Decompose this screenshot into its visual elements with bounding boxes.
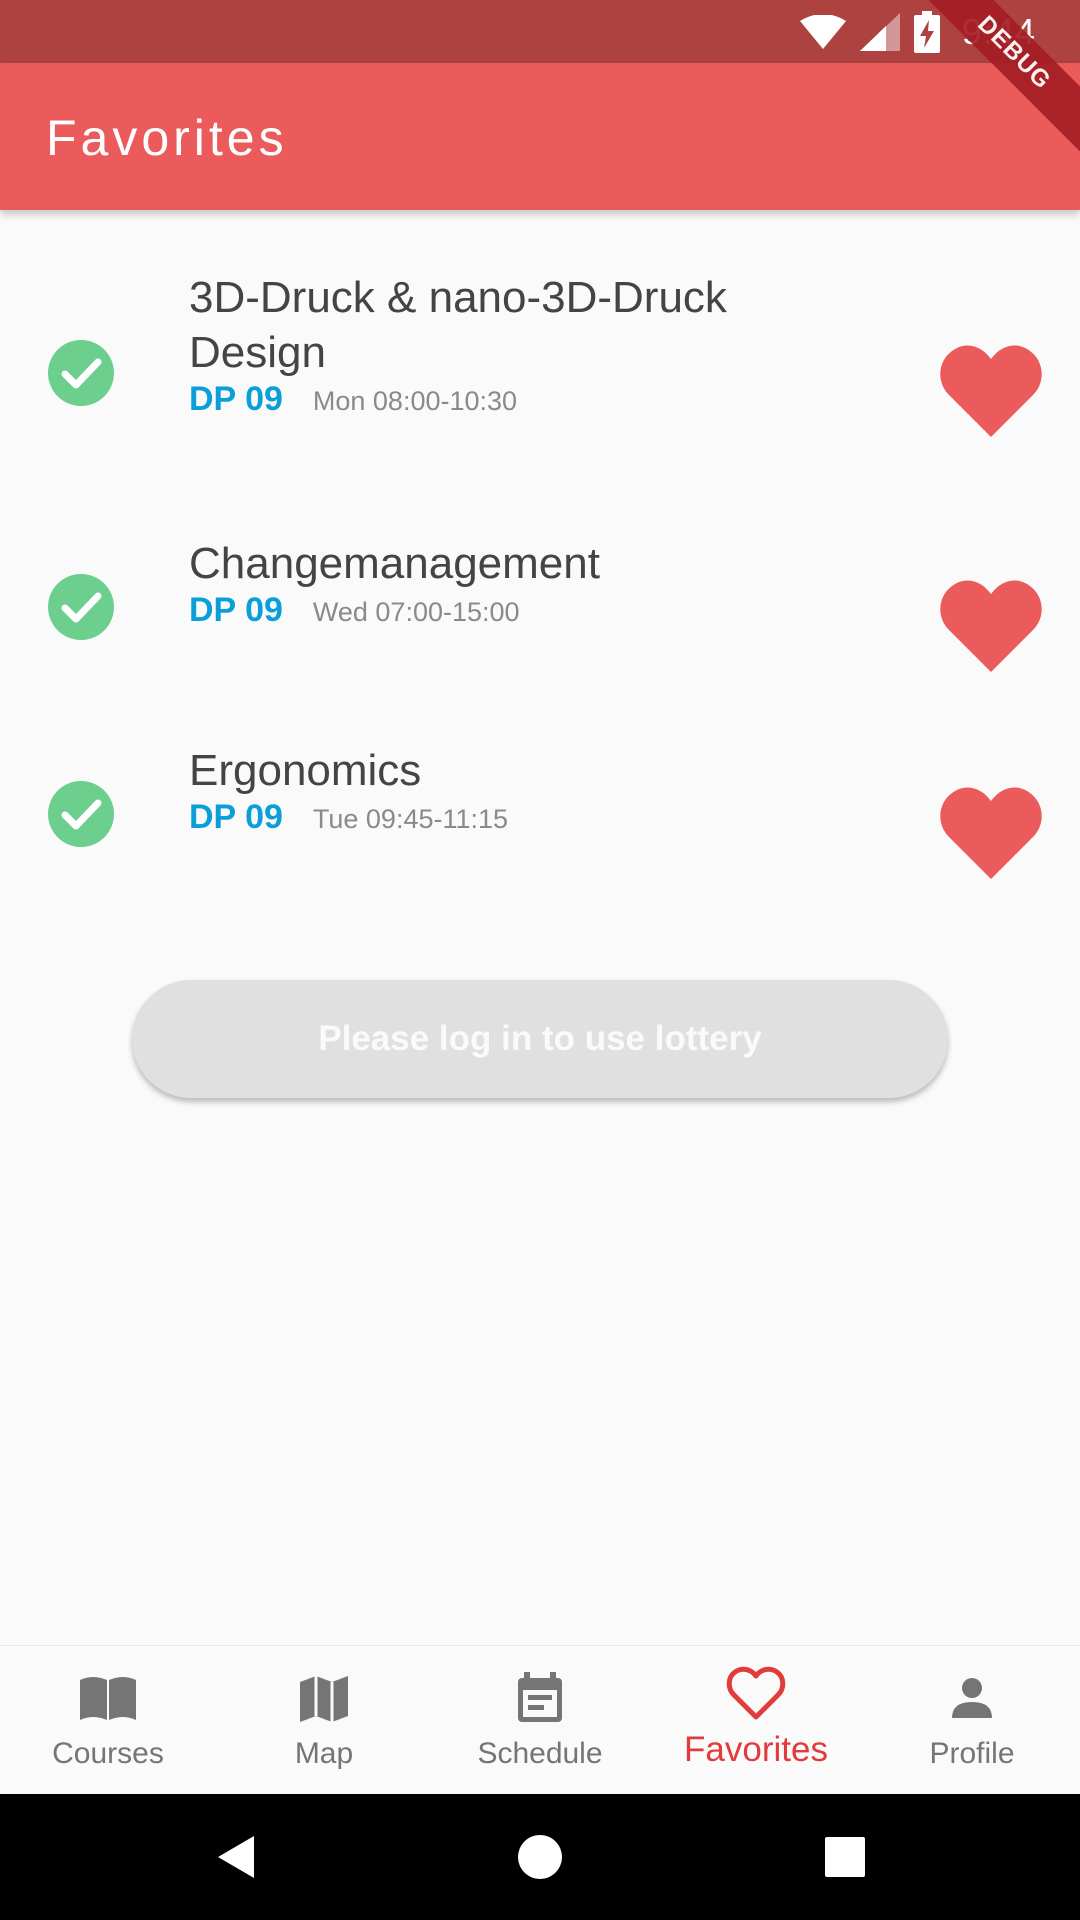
map-icon (300, 1676, 348, 1722)
course-text: Changemanagement DP 09 Wed 07:00-15:00 (189, 536, 799, 630)
nav-label: Schedule (477, 1737, 603, 1770)
back-icon[interactable] (210, 1830, 264, 1884)
nav-label: Map (294, 1737, 354, 1770)
course-list-item[interactable]: Ergonomics DP 09 Tue 09:45-11:15 (0, 743, 1080, 879)
nav-item-profile[interactable]: Profile (864, 1646, 1080, 1795)
course-list-item[interactable]: Changemanagement DP 09 Wed 07:00-15:00 (0, 536, 1080, 672)
nav-label: Courses (52, 1737, 164, 1770)
cellular-signal-icon (859, 13, 900, 51)
check-circle-icon (48, 781, 114, 847)
course-text: Ergonomics DP 09 Tue 09:45-11:15 (189, 743, 799, 837)
nav-label: Favorites (684, 1730, 828, 1769)
status-bar: 9:44 (0, 0, 1080, 63)
favorite-heart-icon[interactable] (940, 343, 1042, 437)
app-bar: Favorites (0, 63, 1080, 210)
course-title: Changemanagement (189, 539, 600, 588)
course-title: Ergonomics (189, 746, 422, 795)
course-list-item[interactable]: 3D-Druck & nano-3D-Druck Design DP 09 Mo… (0, 270, 1080, 470)
nav-item-favorites[interactable]: Favorites (648, 1646, 864, 1795)
check-circle-icon (48, 340, 114, 406)
course-meta: DP 09 Tue 09:45-11:15 (189, 798, 799, 837)
course-room: DP 09 (189, 380, 283, 418)
page-title: Favorites (46, 110, 288, 166)
course-time: Tue 09:45-11:15 (312, 804, 509, 834)
course-title: 3D-Druck & nano-3D-Druck Design (189, 273, 727, 377)
favorite-heart-icon[interactable] (940, 785, 1042, 879)
course-text: 3D-Druck & nano-3D-Druck Design DP 09 Mo… (189, 270, 799, 419)
course-meta: DP 09 Wed 07:00-15:00 (189, 591, 799, 630)
calendar-icon (518, 1672, 562, 1722)
course-meta: DP 09 Mon 08:00-10:30 (189, 380, 799, 419)
lottery-button[interactable]: Please log in to use lottery (132, 980, 948, 1098)
home-icon[interactable] (513, 1830, 567, 1884)
favorite-heart-icon[interactable] (940, 578, 1042, 672)
course-time: Mon 08:00-10:30 (312, 386, 518, 416)
nav-item-schedule[interactable]: Schedule (432, 1646, 648, 1795)
nav-item-map[interactable]: Map (216, 1646, 432, 1795)
check-circle-icon (48, 574, 114, 640)
recents-icon[interactable] (818, 1830, 872, 1884)
nav-item-courses[interactable]: Courses (0, 1646, 216, 1795)
nav-label: Profile (929, 1737, 1015, 1770)
battery-charging-icon (913, 11, 940, 53)
screen: 9:44 DEBUG Favorites 3D-Druck & nano-3D-… (0, 0, 1080, 1920)
book-icon (80, 1677, 136, 1720)
course-time: Wed 07:00-15:00 (312, 597, 520, 627)
course-room: DP 09 (189, 798, 283, 836)
person-icon (952, 1678, 992, 1718)
bottom-nav: Courses Map Schedule Favorites Profile (0, 1645, 1080, 1794)
course-room: DP 09 (189, 591, 283, 629)
heart-outline-icon (726, 1666, 786, 1720)
system-nav-bar (0, 1794, 1080, 1920)
wifi-icon (799, 15, 846, 49)
